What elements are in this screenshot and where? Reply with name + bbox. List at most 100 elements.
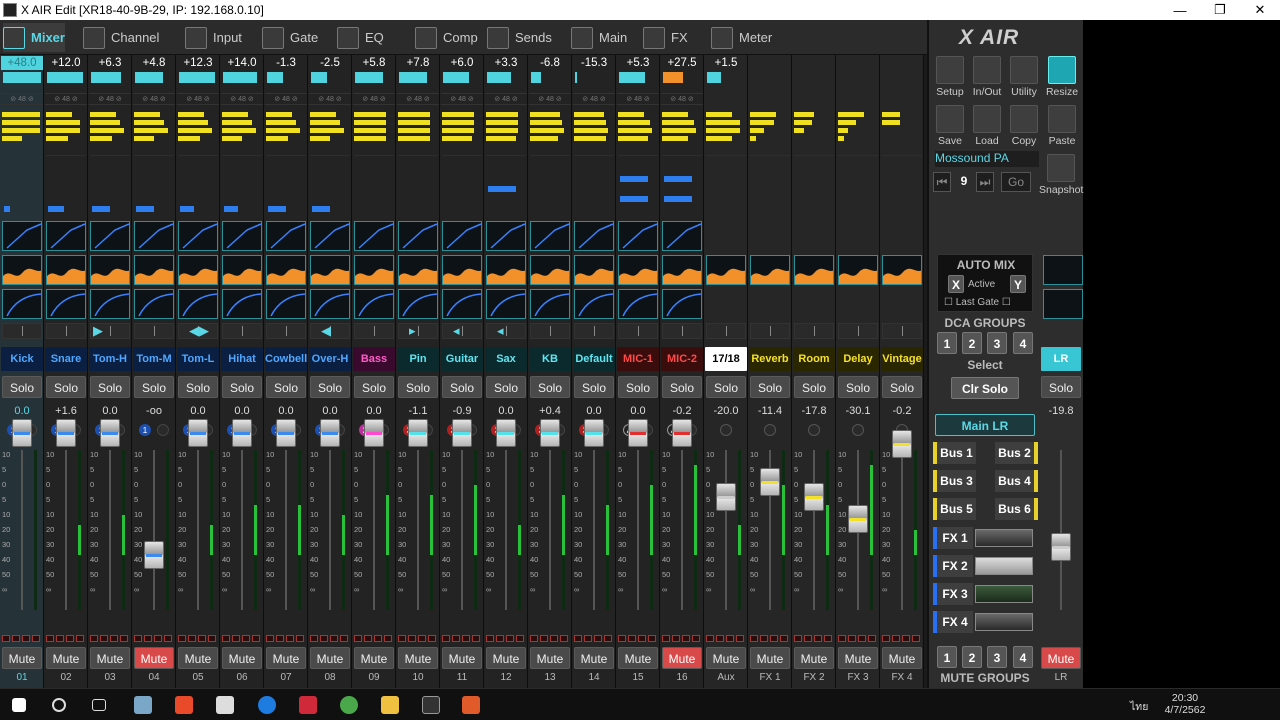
channel-name[interactable]: Bass xyxy=(353,347,395,371)
channel-fader[interactable] xyxy=(12,419,32,447)
gate-curve[interactable] xyxy=(222,221,262,251)
solo-button[interactable]: Solo xyxy=(2,376,42,398)
solo-button[interactable]: Solo xyxy=(46,376,86,398)
phantom-power-toggle[interactable]: ⊘ 48 ⊘ xyxy=(177,93,219,105)
pan-control[interactable] xyxy=(222,323,262,339)
tab-input[interactable]: Input xyxy=(185,23,242,52)
mute-button[interactable]: Mute xyxy=(794,647,834,669)
solo-button[interactable]: Solo xyxy=(574,376,614,398)
channel-name[interactable]: Reverb xyxy=(749,347,791,371)
mute-group-3-button[interactable]: 3 xyxy=(987,646,1007,668)
lr-mute-button[interactable]: Mute xyxy=(1041,647,1081,669)
channel-fader[interactable] xyxy=(320,419,340,447)
load-button[interactable]: Load xyxy=(970,105,1004,147)
pan-control[interactable] xyxy=(530,323,570,339)
pan-control[interactable] xyxy=(46,323,86,339)
solo-button[interactable]: Solo xyxy=(882,376,922,398)
phantom-power-toggle[interactable]: ⊘ 48 ⊘ xyxy=(485,93,527,105)
automix-y-button[interactable]: Y xyxy=(1010,275,1026,293)
fader-track[interactable] xyxy=(241,450,243,610)
gate-curve[interactable] xyxy=(486,221,526,251)
mute-button[interactable]: Mute xyxy=(574,647,614,669)
compressor-curve[interactable] xyxy=(574,289,614,319)
mute-button[interactable]: Mute xyxy=(134,647,174,669)
solo-button[interactable]: Solo xyxy=(310,376,350,398)
mute-button[interactable]: Mute xyxy=(2,647,42,669)
mute-button[interactable]: Mute xyxy=(486,647,526,669)
gate-curve[interactable] xyxy=(134,221,174,251)
eq-curve[interactable] xyxy=(794,255,834,285)
mute-button[interactable]: Mute xyxy=(838,647,878,669)
compressor-curve[interactable] xyxy=(486,289,526,319)
automix-x-button[interactable]: X xyxy=(948,275,964,293)
compressor-curve[interactable] xyxy=(310,289,350,319)
mute-button[interactable]: Mute xyxy=(662,647,702,669)
channel-fader[interactable] xyxy=(804,483,824,511)
pan-control[interactable] xyxy=(794,323,834,339)
eq-curve[interactable] xyxy=(46,255,86,285)
compressor-curve[interactable] xyxy=(134,289,174,319)
mute-button[interactable]: Mute xyxy=(354,647,394,669)
app-icon-red[interactable] xyxy=(299,696,317,714)
input-gain[interactable]: +1.5 xyxy=(705,56,747,70)
fader-track[interactable] xyxy=(549,450,551,610)
tab-fx[interactable]: FX xyxy=(643,23,688,52)
eq-curve[interactable] xyxy=(574,255,614,285)
phantom-power-toggle[interactable]: ⊘ 48 ⊘ xyxy=(397,93,439,105)
input-gain[interactable]: +27.5 xyxy=(661,56,703,70)
channel-name[interactable]: Sax xyxy=(485,347,527,371)
main-lr-button[interactable]: Main LR xyxy=(935,414,1035,436)
fader-track[interactable] xyxy=(153,450,155,610)
input-gain[interactable]: -6.8 xyxy=(529,56,571,70)
fx-1-button[interactable]: FX 1 xyxy=(933,527,973,549)
dca-indicator[interactable] xyxy=(852,424,864,436)
compressor-curve[interactable] xyxy=(90,289,130,319)
channel-name[interactable]: Cowbell xyxy=(265,347,307,371)
gate-curve[interactable] xyxy=(46,221,86,251)
lr-fader-track[interactable] xyxy=(1060,450,1062,610)
eq-curve[interactable] xyxy=(398,255,438,285)
tab-meter[interactable]: Meter xyxy=(711,23,772,52)
input-gain[interactable]: +4.8 xyxy=(133,56,175,70)
eq-curve[interactable] xyxy=(2,255,42,285)
phantom-power-toggle[interactable]: ⊘ 48 ⊘ xyxy=(661,93,703,105)
channel-fader[interactable] xyxy=(408,419,428,447)
solo-button[interactable]: Solo xyxy=(794,376,834,398)
clock[interactable]: 20:30 4/7/2562 xyxy=(1160,692,1210,716)
solo-button[interactable]: Solo xyxy=(398,376,438,398)
fader-track[interactable] xyxy=(21,450,23,610)
channel-fader[interactable] xyxy=(716,483,736,511)
pan-control[interactable] xyxy=(706,323,746,339)
tab-gate[interactable]: Gate xyxy=(262,23,318,52)
channel-fader[interactable] xyxy=(628,419,648,447)
pan-control[interactable]: ▸ xyxy=(398,323,438,339)
compressor-curve[interactable] xyxy=(662,289,702,319)
channel-name[interactable]: Over-H xyxy=(309,347,351,371)
bus-2-button[interactable]: Bus 2 xyxy=(995,442,1038,464)
input-gain[interactable]: +5.3 xyxy=(617,56,659,70)
mute-group-1-button[interactable]: 1 xyxy=(937,646,957,668)
fader-track[interactable] xyxy=(681,450,683,610)
dca-2-button[interactable]: 2 xyxy=(962,332,982,354)
fx-2-button[interactable]: FX 2 xyxy=(933,555,973,577)
store-icon[interactable] xyxy=(175,696,193,714)
tab-sends[interactable]: Sends xyxy=(487,23,552,52)
solo-button[interactable]: Solo xyxy=(838,376,878,398)
close-button[interactable]: ✕ xyxy=(1240,2,1280,18)
channel-fader[interactable] xyxy=(100,419,120,447)
mute-button[interactable]: Mute xyxy=(706,647,746,669)
phantom-power-toggle[interactable]: ⊘ 48 ⊘ xyxy=(529,93,571,105)
scene-next-button[interactable]: ⏭ xyxy=(976,172,994,192)
dca-indicator[interactable] xyxy=(720,424,732,436)
solo-button[interactable]: Solo xyxy=(618,376,658,398)
mute-button[interactable]: Mute xyxy=(530,647,570,669)
inout-button[interactable]: In/Out xyxy=(970,56,1004,98)
phantom-power-toggle[interactable]: ⊘ 48 ⊘ xyxy=(353,93,395,105)
fader-track[interactable] xyxy=(285,450,287,610)
channel-name[interactable]: Vintage xyxy=(881,347,923,371)
dca-3-button[interactable]: 3 xyxy=(987,332,1007,354)
save-button[interactable]: Save xyxy=(933,105,967,147)
dca-1-button[interactable]: 1 xyxy=(937,332,957,354)
mute-button[interactable]: Mute xyxy=(442,647,482,669)
phantom-power-toggle[interactable]: ⊘ 48 ⊘ xyxy=(265,93,307,105)
